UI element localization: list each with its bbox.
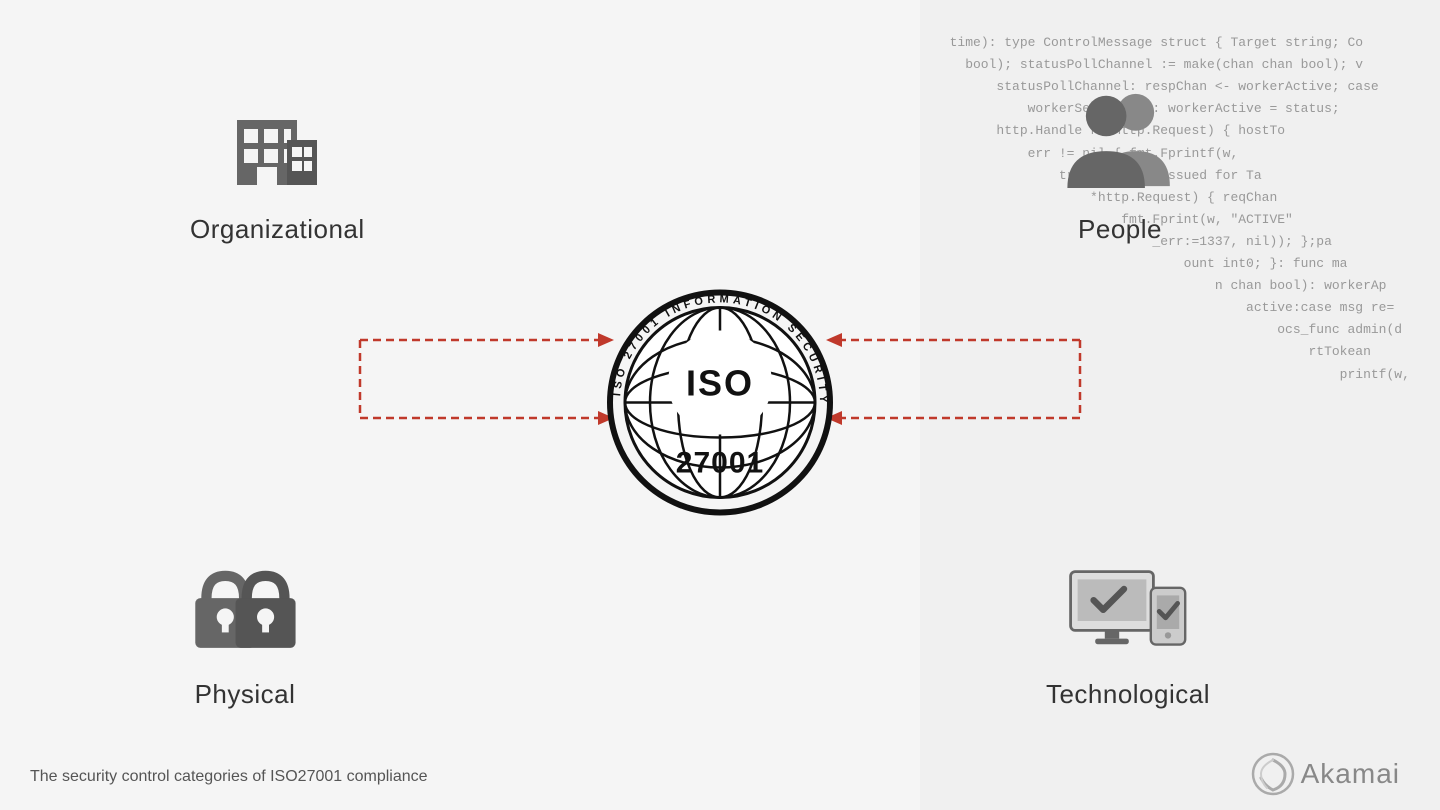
organizational-section: Organizational (190, 80, 365, 245)
physical-section: Physical (185, 545, 305, 710)
svg-text:ISO: ISO (686, 363, 754, 404)
organizational-icon (217, 80, 337, 200)
technological-label: Technological (1046, 679, 1210, 710)
technological-section: Technological (1046, 545, 1210, 710)
caption-text: The security control categories of ISO27… (30, 768, 428, 786)
physical-icon (185, 545, 305, 665)
akamai-logo: Akamai (1251, 752, 1400, 796)
akamai-icon (1251, 752, 1295, 796)
iso-badge: ISO 27001 ISO 27001 INFORMATION SECURITY (605, 288, 835, 523)
people-icon (1060, 80, 1180, 200)
svg-text:27001: 27001 (676, 447, 764, 480)
organizational-label: Organizational (190, 214, 365, 245)
people-label: People (1078, 214, 1162, 245)
physical-label: Physical (195, 679, 296, 710)
people-section: People (1060, 80, 1180, 245)
brand-name: Akamai (1301, 758, 1400, 790)
technological-icon (1068, 545, 1188, 665)
